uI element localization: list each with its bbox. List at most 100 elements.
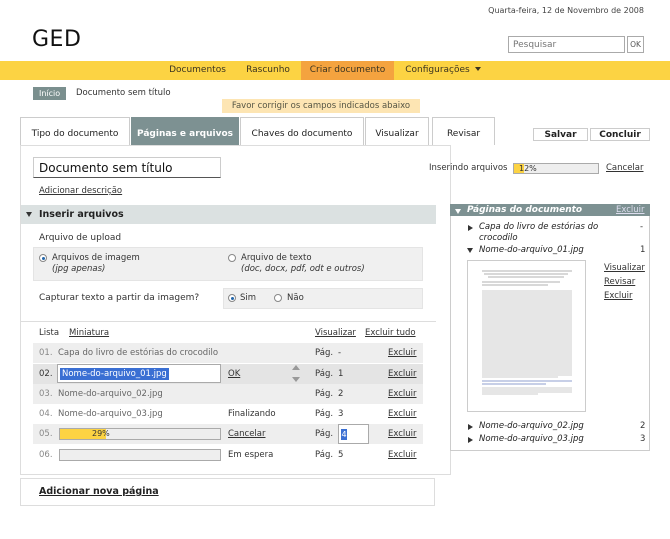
page-item-number: 3 bbox=[640, 434, 646, 444]
chevron-down-icon bbox=[474, 67, 481, 71]
menu-criar-documento[interactable]: Criar documento bbox=[301, 61, 394, 80]
view-page-link[interactable]: Visualizar bbox=[604, 263, 645, 273]
row-filename: Nome-do-arquivo_02.jpg bbox=[58, 389, 163, 399]
move-down-icon[interactable] bbox=[292, 377, 300, 382]
expand-arrow-icon[interactable] bbox=[468, 424, 473, 430]
page-thumbnail[interactable] bbox=[467, 260, 586, 412]
insert-files-title: Inserir arquivos bbox=[39, 209, 124, 220]
tab-tipo-documento[interactable]: Tipo do documento bbox=[20, 117, 130, 145]
tab-revisar[interactable]: Revisar bbox=[432, 117, 495, 145]
add-page-link[interactable]: Adicionar nova página bbox=[39, 486, 159, 497]
row-page-label: Pág. bbox=[315, 369, 334, 379]
row-page-label: Pág. bbox=[315, 450, 334, 460]
rename-file-input[interactable]: Nome-do-arquivo_01.jpg bbox=[57, 364, 221, 383]
row-filename: Nome-do-arquivo_03.jpg bbox=[58, 409, 163, 419]
page-number-text: 4 bbox=[341, 429, 347, 440]
document-thumbnail-image bbox=[468, 261, 585, 411]
date-label: Quarta-feira, 12 de Novembro de 2008 bbox=[488, 6, 644, 15]
row-page-number: 1 bbox=[338, 369, 344, 379]
row-cancel-link[interactable]: Cancelar bbox=[228, 424, 266, 444]
upload-label: Arquivo de upload bbox=[39, 233, 122, 243]
row-number: 02. bbox=[39, 369, 53, 379]
expand-arrow-icon[interactable] bbox=[468, 437, 473, 443]
menu-rascunho[interactable]: Rascunho bbox=[237, 61, 299, 80]
menu-documentos[interactable]: Documentos bbox=[161, 61, 234, 80]
row-delete-link[interactable]: Excluir bbox=[388, 404, 417, 424]
move-up-icon[interactable] bbox=[292, 365, 300, 370]
main-menu: Documentos Rascunho Criar documento Conf… bbox=[0, 61, 670, 80]
page-item-title[interactable]: Nome-do-arquivo_03.jpg bbox=[479, 434, 584, 445]
row-number: 05. bbox=[39, 429, 53, 439]
tab-visualizar[interactable]: Visualizar bbox=[365, 117, 429, 145]
row-status: Finalizando bbox=[228, 409, 276, 419]
document-title-field[interactable]: Documento sem título bbox=[33, 157, 221, 178]
delete-all-link[interactable]: Excluir tudo bbox=[365, 328, 416, 338]
pages-panel-title: Páginas do documento bbox=[467, 205, 583, 215]
rename-file-text: Nome-do-arquivo_01.jpg bbox=[60, 368, 169, 380]
option-image-title: Arquivos de imagem bbox=[52, 253, 140, 263]
row-delete-link[interactable]: Excluir bbox=[388, 364, 417, 384]
capture-text-label: Capturar texto a partir da imagem? bbox=[39, 293, 200, 303]
menu-configuracoes[interactable]: Configurações bbox=[396, 61, 490, 80]
row-delete-link[interactable]: Excluir bbox=[388, 424, 417, 444]
row-page-number: - bbox=[338, 348, 342, 358]
radio-capture-no[interactable] bbox=[274, 294, 282, 302]
option-text-sub: (doc, docx, pdf, odt e outros) bbox=[241, 264, 365, 274]
radio-capture-yes[interactable] bbox=[228, 294, 236, 302]
upload-progress-bar bbox=[59, 449, 221, 461]
tab-chaves-documento[interactable]: Chaves do documento bbox=[240, 117, 364, 145]
row-page-label: Pág. bbox=[315, 348, 334, 358]
view-all-link[interactable]: Visualizar bbox=[315, 328, 356, 338]
app-logo: GED bbox=[32, 27, 82, 52]
search-ok-button[interactable]: OK bbox=[627, 36, 644, 53]
radio-text-files[interactable] bbox=[228, 254, 236, 262]
row-page-label: Pág. bbox=[315, 409, 334, 419]
collapse-arrow-icon[interactable] bbox=[467, 248, 473, 253]
row-number: 04. bbox=[39, 409, 53, 419]
page-item-number: 1 bbox=[640, 245, 646, 255]
row-page-number: 2 bbox=[338, 389, 344, 399]
row-status: Em espera bbox=[228, 450, 274, 460]
list-view-label[interactable]: Lista bbox=[39, 328, 59, 338]
rename-ok-link[interactable]: OK bbox=[228, 364, 240, 384]
thumbnail-view-link[interactable]: Miniatura bbox=[69, 328, 109, 338]
save-button[interactable]: Salvar bbox=[533, 128, 588, 141]
row-delete-link[interactable]: Excluir bbox=[388, 384, 417, 404]
expand-arrow-icon[interactable] bbox=[468, 225, 473, 231]
page-item-title[interactable]: Capa do livro de estórias do crocodilo bbox=[479, 222, 599, 244]
page-number-input[interactable]: 4 bbox=[338, 424, 369, 444]
table-row: 01. Capa do livro de estórias do crocodi… bbox=[33, 343, 423, 363]
pages-panel-delete-link[interactable]: Excluir bbox=[616, 205, 645, 216]
add-description-link[interactable]: Adicionar descrição bbox=[39, 186, 122, 196]
row-number: 03. bbox=[39, 389, 53, 399]
menu-label: Criar documento bbox=[309, 65, 386, 75]
option-text-title: Arquivo de texto bbox=[241, 253, 312, 263]
row-delete-link[interactable]: Excluir bbox=[388, 445, 417, 465]
table-row: 03. Nome-do-arquivo_02.jpg Pág. 2 Exclui… bbox=[33, 384, 423, 404]
page-item-number: - bbox=[640, 222, 644, 232]
review-page-link[interactable]: Revisar bbox=[604, 277, 635, 287]
row-filename: Capa do livro de estórias do crocodilo bbox=[58, 348, 219, 358]
option-image-sub: (jpg apenas) bbox=[52, 264, 106, 274]
breadcrumb-current: Documento sem título bbox=[76, 88, 171, 98]
page-item-title[interactable]: Nome-do-arquivo_01.jpg bbox=[479, 245, 584, 256]
capture-no-label: Não bbox=[287, 293, 304, 303]
row-delete-link[interactable]: Excluir bbox=[388, 343, 417, 363]
search-input[interactable] bbox=[508, 36, 625, 53]
breadcrumb-home[interactable]: Início bbox=[33, 87, 67, 100]
menu-label: Documentos bbox=[169, 65, 226, 75]
row-page-label: Pág. bbox=[315, 389, 334, 399]
capture-yes-label: Sim bbox=[240, 293, 257, 303]
finish-button[interactable]: Concluir bbox=[590, 128, 650, 141]
row-number: 01. bbox=[39, 348, 53, 358]
inserting-label: Inserindo arquivos bbox=[429, 163, 508, 173]
tab-paginas-arquivos[interactable]: Páginas e arquivos bbox=[131, 117, 239, 145]
cancel-insert-link[interactable]: Cancelar bbox=[606, 163, 644, 173]
page-item-title[interactable]: Nome-do-arquivo_02.jpg bbox=[479, 421, 584, 432]
delete-page-link[interactable]: Excluir bbox=[604, 291, 633, 301]
collapse-arrow-icon bbox=[26, 212, 32, 217]
inserting-progress-bar: 12% bbox=[513, 163, 599, 174]
radio-image-files[interactable] bbox=[39, 254, 47, 262]
collapse-arrow-icon bbox=[455, 209, 461, 214]
upload-progress-text: 29% bbox=[92, 429, 110, 438]
